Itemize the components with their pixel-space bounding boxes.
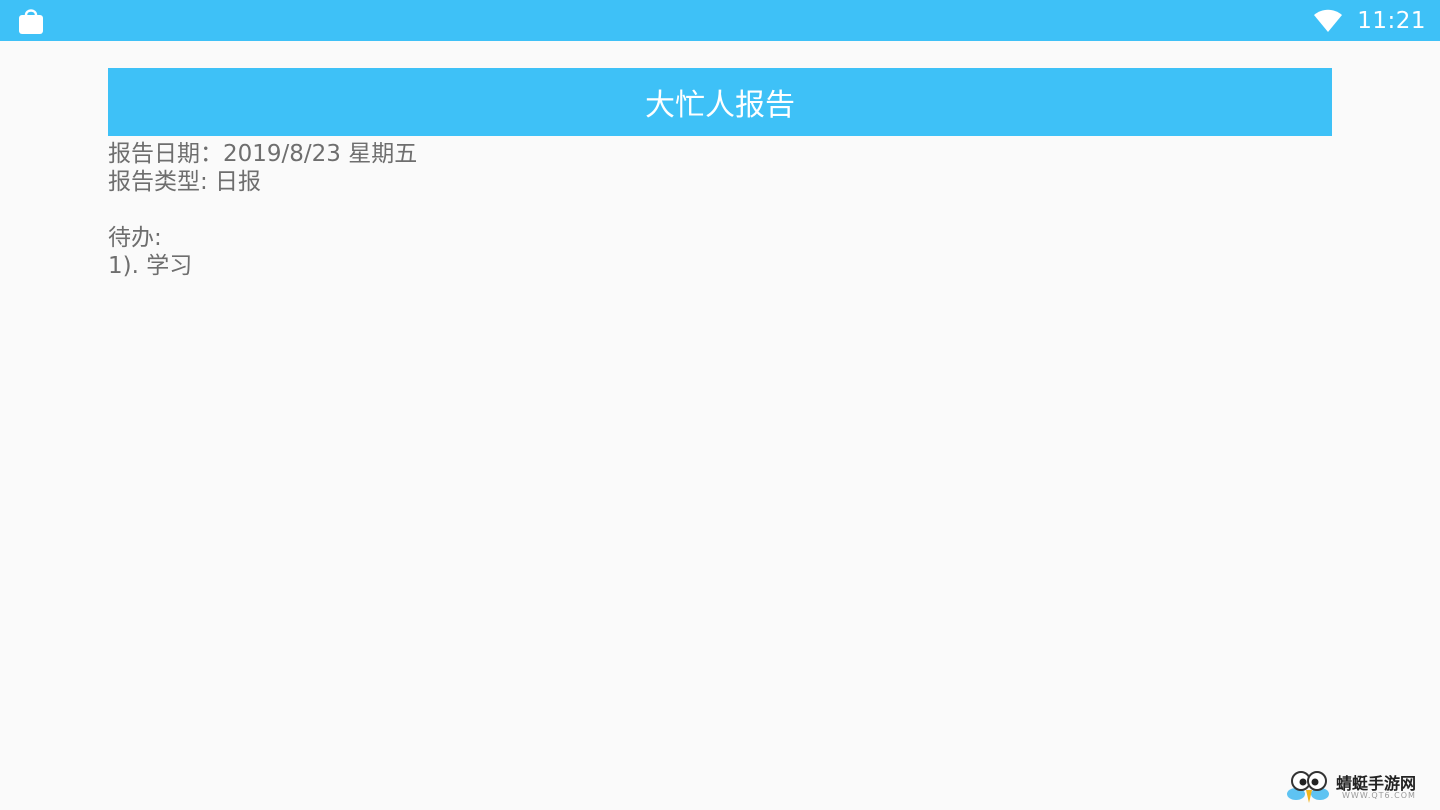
- site-watermark: 蜻蜓手游网 WWW.QT6.COM: [1286, 768, 1432, 806]
- report-content: 报告日期：2019/8/23 星期五 报告类型: 日报 待办: 1). 学习: [108, 140, 1332, 280]
- status-time: 11:21: [1357, 7, 1426, 34]
- wifi-icon: [1314, 9, 1343, 32]
- shopping-bag-icon: [19, 9, 43, 34]
- report-type: 报告类型: 日报: [108, 169, 262, 195]
- watermark-url: WWW.QT6.COM: [1342, 791, 1416, 800]
- dragonfly-logo-icon: [1287, 771, 1329, 803]
- page-title: 大忙人报告: [645, 88, 795, 123]
- status-right-group: 11:21: [1313, 0, 1426, 41]
- todo-heading: 待办:: [108, 225, 162, 251]
- report-header-banner: 大忙人报告: [108, 68, 1332, 136]
- todo-item: 1). 学习: [108, 253, 193, 279]
- status-bar: 11:21: [0, 0, 1440, 41]
- report-date: 报告日期：2019/8/23 星期五: [108, 141, 418, 167]
